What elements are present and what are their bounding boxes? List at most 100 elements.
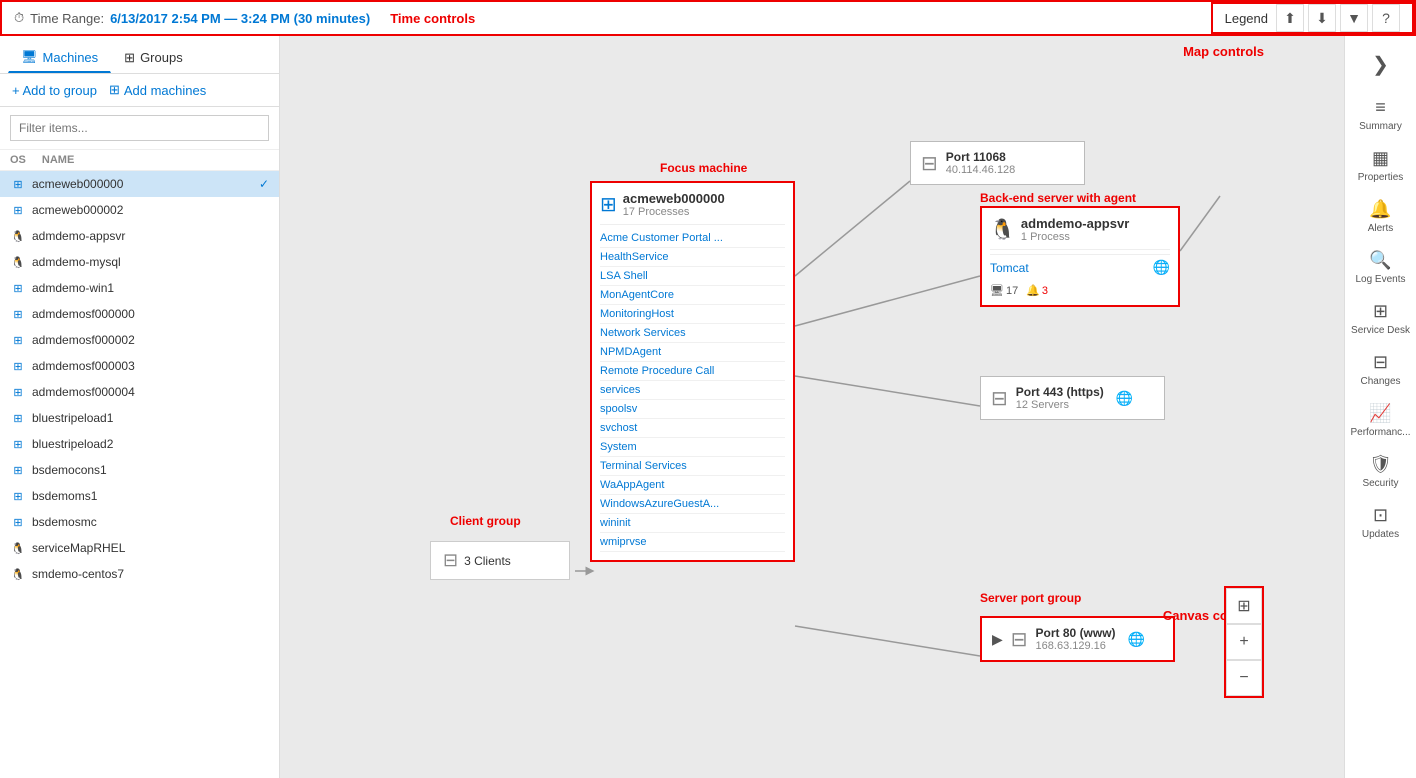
nav-back-btn[interactable]: ❯ [1364,44,1397,85]
col-name: NAME [42,154,74,166]
log-events-label: Log Events [1355,274,1405,285]
machine-item[interactable]: ⊞acmeweb000002 [0,197,279,223]
legend-label: Legend [1225,11,1268,26]
process-item[interactable]: Remote Procedure Call [600,362,785,381]
add-machines-btn[interactable]: ⊞ Add machines [109,82,206,98]
machine-item[interactable]: ⊞bsdemocons1 [0,457,279,483]
canvas-zoom-in-btn[interactable]: + [1226,624,1262,660]
process-item[interactable]: Network Services [600,324,785,343]
machine-name: admdemosf000003 [32,359,269,373]
machine-item[interactable]: ⊞admdemosf000000 [0,301,279,327]
machine-name: bluestripeload2 [32,437,269,451]
time-range: ⏱ Time Range: 6/13/2017 2:54 PM — 3:24 P… [2,10,382,26]
tab-groups[interactable]: ⊞ Groups [111,42,196,73]
process-item[interactable]: svchost [600,419,785,438]
port-443-sub: 12 Servers [1016,399,1104,411]
canvas-grid-btn[interactable]: ⊞ [1226,588,1262,624]
backend-header: 🐧 admdemo-appsvr 1 Process [990,216,1170,250]
machine-item[interactable]: 🐧smdemo-centos7 [0,561,279,587]
port-443-title: Port 443 (https) [1016,385,1104,399]
process-item[interactable]: MonAgentCore [600,286,785,305]
add-to-group-btn[interactable]: + Add to group [12,83,97,98]
tab-machines[interactable]: 🖥 Machines [8,42,111,73]
backend-label: Back-end server with agent [980,191,1136,205]
port-11068-icon: ⊟ [921,151,938,176]
machine-name: acmeweb000000 [32,177,253,191]
alert-count: 3 [1042,285,1048,297]
process-item[interactable]: MonitoringHost [600,305,785,324]
machine-item[interactable]: ⊞acmeweb000000✓ [0,171,279,197]
linux-icon-backend: 🐧 [990,217,1015,242]
process-item[interactable]: Acme Customer Portal ... [600,229,785,248]
process-item[interactable]: WindowsAzureGuestA... [600,495,785,514]
nav-item-service-desk[interactable]: ⊞Service Desk [1346,293,1414,344]
process-item[interactable]: HealthService [600,248,785,267]
windows-icon: ⊞ [10,280,26,296]
nav-item-alerts[interactable]: 🔔Alerts [1346,191,1414,242]
process-item[interactable]: WaAppAgent [600,476,785,495]
nav-item-summary[interactable]: ≡Summary [1346,89,1414,140]
machine-name: admdemosf000002 [32,333,269,347]
machine-item[interactable]: ⊞admdemosf000003 [0,353,279,379]
machine-item[interactable]: 🐧admdemo-appsvr [0,223,279,249]
machine-item[interactable]: ⊞bluestripeload1 [0,405,279,431]
legend-collapse-btn[interactable]: ⬇ [1308,4,1336,32]
machine-item[interactable]: ⊞bluestripeload2 [0,431,279,457]
machine-name: admdemosf000000 [32,307,269,321]
main-layout: 🖥 Machines ⊞ Groups + Add to group ⊞ Add… [0,36,1416,778]
windows-icon: ⊞ [10,514,26,530]
port-11068-title: Port 11068 [946,150,1016,164]
client-group-box: ⊟ 3 Clients [430,541,570,580]
time-range-value: 6/13/2017 2:54 PM — 3:24 PM (30 minutes) [110,11,370,26]
nav-item-changes[interactable]: ⊟Changes [1346,344,1414,395]
service-desk-icon: ⊞ [1373,301,1388,322]
windows-os-icon-focus: ⊞ [600,192,617,217]
time-controls-label: Time controls [382,11,1210,26]
tomcat-row: Tomcat 🌐 [990,254,1170,280]
machine-item[interactable]: ⊞admdemosf000004 [0,379,279,405]
log-events-icon: 🔍 [1369,250,1391,271]
windows-icon: ⊞ [10,332,26,348]
process-item[interactable]: spoolsv [600,400,785,419]
canvas-controls: ⊞ + − [1224,586,1264,698]
sidebar-actions: + Add to group ⊞ Add machines [0,74,279,107]
canvas-zoom-out-btn[interactable]: − [1226,660,1262,696]
process-item[interactable]: System [600,438,785,457]
nav-item-log-events[interactable]: 🔍 Log Events [1346,242,1414,293]
process-item[interactable]: NPMDAgent [600,343,785,362]
connector-lines [280,36,1344,778]
nav-item-updates[interactable]: ⊡Updates [1346,497,1414,548]
port-443-network-icon: 🌐 [1116,390,1133,407]
server-port-sub: 168.63.129.16 [1036,640,1116,652]
machine-item[interactable]: ⊞ admdemosf000002 [0,327,279,353]
nav-item-security[interactable]: 🛡Security [1346,446,1414,497]
process-item[interactable]: services [600,381,785,400]
process-item[interactable]: wininit [600,514,785,533]
legend-filter-btn[interactable]: ▼ [1340,4,1368,32]
sidebar-tabs: 🖥 Machines ⊞ Groups [0,36,279,74]
client-group-text: 3 Clients [464,554,511,568]
nav-item-performance[interactable]: 📈Performanc... [1346,395,1414,446]
client-group-label: Client group [450,514,521,528]
process-item[interactable]: wmiprvse [600,533,785,552]
legend-help-btn[interactable]: ? [1372,4,1400,32]
windows-icon: ⊞ [10,202,26,218]
process-item[interactable]: LSA Shell [600,267,785,286]
linux-icon: 🐧 [10,254,26,270]
machine-item[interactable]: 🐧admdemo-mysql [0,249,279,275]
machines-header: OS NAME [0,150,279,171]
right-nav: ❯ ≡Summary▦Properties🔔Alerts 🔍 Log Events ⊞… [1344,36,1416,778]
machine-item[interactable]: ⊞bsdemosmc [0,509,279,535]
machine-item[interactable]: ⊞ admdemo-win1 [0,275,279,301]
performance-icon: 📈 [1369,403,1391,424]
legend-expand-btn[interactable]: ⬆ [1276,4,1304,32]
port-11068-sub: 40.114.46.128 [946,164,1016,176]
focus-machine-processes: 17 Processes [623,206,725,218]
filter-input[interactable] [10,115,269,141]
process-item[interactable]: Terminal Services [600,457,785,476]
focus-machine-label: Focus machine [660,161,747,175]
machine-item[interactable]: 🐧serviceMapRHEL [0,535,279,561]
nav-item-properties[interactable]: ▦Properties [1346,140,1414,191]
machine-item[interactable]: ⊞bsdemoms1 [0,483,279,509]
machine-name: admdemo-win1 [32,281,269,295]
